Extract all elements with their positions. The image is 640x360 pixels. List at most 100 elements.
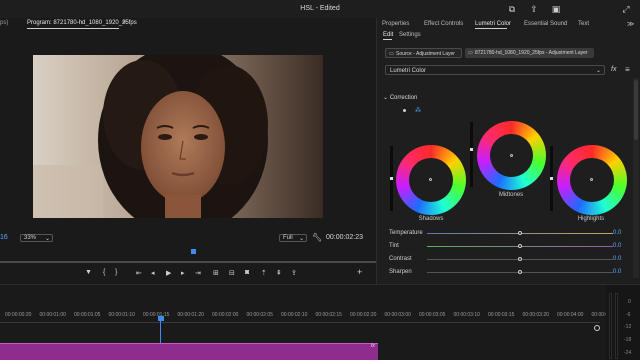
zoom-handle[interactable] xyxy=(594,325,600,331)
meter-bar-right xyxy=(615,293,618,359)
panel-menu-icon[interactable]: ≡ xyxy=(122,19,126,26)
insert-icon[interactable]: ⊞ xyxy=(213,269,219,277)
active-subtab-underline xyxy=(383,39,392,40)
timeline-panel: 00:00:00:20 00:00:01:00 00:00:01:05 00:00:0… xyxy=(0,284,640,360)
target-clip-button[interactable]: ▭ 8721780-hd_1080_1920_25fps - Adjustmen… xyxy=(465,48,594,58)
subtab-edit[interactable]: Edit xyxy=(383,32,393,38)
tab-properties[interactable]: Properties xyxy=(382,21,409,27)
ruler-tick-label: 00:00:04:00 xyxy=(557,312,584,318)
contrast-label: Contrast xyxy=(389,256,412,262)
ruler-tick-label: 00:00:01:10 xyxy=(108,312,135,318)
highlights-wheel-puck[interactable] xyxy=(590,178,593,181)
tint-value[interactable]: 0.0 xyxy=(613,243,621,249)
share-icon[interactable]: ⇪ xyxy=(528,3,540,15)
out-point-icon[interactable]: } xyxy=(115,269,117,276)
overwrite-icon[interactable]: ⊟ xyxy=(229,269,235,277)
ruler-tick-label: 00:00:03:15 xyxy=(488,312,515,318)
source-clip-button[interactable]: ▭ Source - Adjustment Layer xyxy=(385,48,462,58)
ruler-tick-label: 00:00:00:20 xyxy=(5,312,32,318)
export-frame-icon[interactable]: ◙ xyxy=(245,269,249,276)
meter-label: 0 xyxy=(628,299,631,305)
panel-menu-icon[interactable]: ≫ xyxy=(627,20,634,28)
tab-essential-sound[interactable]: Essential Sound xyxy=(524,21,567,27)
chevron-down-icon: ⌄ xyxy=(44,236,50,242)
chevron-down-icon: ⌄ xyxy=(595,68,601,74)
active-tab-underline xyxy=(475,28,507,29)
shadows-label: Shadows xyxy=(418,216,444,222)
tab-effect-controls[interactable]: Effect Controls xyxy=(424,21,463,27)
zoom-value: 33% xyxy=(24,235,37,241)
tint-slider-knob[interactable] xyxy=(518,244,522,248)
source-tab-fragment[interactable]: ps) xyxy=(0,20,8,26)
midtones-label: Midtones xyxy=(498,192,524,198)
target-label: 8721780-hd_1080_1920_25fps - Adjustment … xyxy=(475,50,588,56)
midtones-slider[interactable] xyxy=(470,122,473,187)
chevron-down-icon: ⌄ xyxy=(298,236,304,242)
meter-label: -24 xyxy=(624,350,632,356)
play-icon[interactable]: ▶ xyxy=(166,269,171,277)
step-back-icon[interactable]: ◂ xyxy=(151,269,155,277)
go-to-out-icon[interactable]: ⇥ xyxy=(195,269,201,277)
lift-icon[interactable]: ⇡ xyxy=(261,269,267,277)
active-tab-underline xyxy=(27,28,119,29)
tint-label: Tint xyxy=(389,243,399,249)
temperature-value[interactable]: 0.0 xyxy=(613,230,621,236)
step-forward-icon[interactable]: ▸ xyxy=(181,269,185,277)
zoom-level-select[interactable]: 33% ⌄ xyxy=(20,234,53,242)
single-wheel-mode-icon[interactable] xyxy=(403,109,406,112)
section-title: Correction xyxy=(389,95,418,101)
lumetri-panel: Properties Effect Controls Lumetri Color… xyxy=(376,18,640,284)
timeline-playhead-handle[interactable] xyxy=(158,316,164,321)
midtones-wheel-puck[interactable] xyxy=(510,154,513,157)
ruler-tick-label: 00:00:03:05 xyxy=(419,312,446,318)
scrub-bar[interactable] xyxy=(0,261,376,263)
sharpen-label: Sharpen xyxy=(389,269,412,275)
program-monitor: ps) Program: 8721780-hd_1080_1920_25fps … xyxy=(0,18,376,284)
adjust-icon[interactable]: ⧉ xyxy=(506,3,518,15)
subtab-settings[interactable]: Settings xyxy=(399,32,421,38)
three-wheel-mode-icon[interactable]: ⁂ xyxy=(415,107,421,114)
scrollbar-thumb[interactable] xyxy=(634,80,638,140)
tab-text[interactable]: Text xyxy=(578,21,589,27)
program-tab[interactable]: Program: 8721780-hd_1080_1920_25fps xyxy=(27,20,137,26)
extract-icon[interactable]: ⇞ xyxy=(276,269,282,277)
quick-export-icon[interactable]: ▣ xyxy=(550,3,562,15)
playhead-marker[interactable] xyxy=(191,249,196,254)
wrench-icon[interactable]: 🔧︎ xyxy=(312,233,322,242)
export-icon[interactable]: ⇪ xyxy=(291,269,297,277)
contrast-value[interactable]: 0.0 xyxy=(613,256,621,262)
marker-icon[interactable]: ▼ xyxy=(85,269,92,276)
ruler-tick-label: 00:00:02:05 xyxy=(246,312,273,318)
fullscreen-icon[interactable]: ⤢ xyxy=(620,3,632,15)
video-preview[interactable] xyxy=(33,55,323,218)
chevron-down-icon: ⌄ xyxy=(383,95,390,101)
effect-select-value: Lumetri Color xyxy=(390,68,427,74)
menu-icon[interactable]: ≡ xyxy=(625,65,630,74)
adjustment-layer-clip[interactable] xyxy=(0,343,378,360)
quality-value: Full xyxy=(283,235,293,241)
meter-bar-left xyxy=(609,293,612,359)
add-button-icon[interactable]: + xyxy=(357,267,362,277)
correction-section-header[interactable]: ⌄ Correction xyxy=(383,94,417,101)
effect-select[interactable]: Lumetri Color ⌄ xyxy=(385,65,605,75)
fx-icon[interactable]: fx xyxy=(611,66,616,73)
ruler-tick-label: 00:00:01:15 xyxy=(143,312,170,318)
sharpen-slider-knob[interactable] xyxy=(518,270,522,274)
window-title: HSL - Edited xyxy=(300,5,340,12)
video-frame-image xyxy=(33,55,323,218)
in-point-icon[interactable]: { xyxy=(103,269,105,276)
shadows-wheel-puck[interactable] xyxy=(429,178,432,181)
clip-fx-badge[interactable]: fx xyxy=(371,343,375,349)
sharpen-value[interactable]: 0.0 xyxy=(613,269,621,275)
tab-lumetri-color[interactable]: Lumetri Color xyxy=(475,21,511,27)
ruler-tick-label: 00:00:03:00 xyxy=(384,312,411,318)
midtones-slider-knob[interactable] xyxy=(470,148,473,151)
shadows-slider-knob[interactable] xyxy=(390,177,393,180)
go-to-in-icon[interactable]: ⇤ xyxy=(136,269,142,277)
meter-label: -18 xyxy=(624,337,632,343)
contrast-slider-knob[interactable] xyxy=(518,257,522,261)
highlights-slider-knob[interactable] xyxy=(550,177,553,180)
playback-resolution-select[interactable]: Full ⌄ xyxy=(279,234,307,242)
ruler-tick-label: 00:00:02:00 xyxy=(212,312,239,318)
temperature-slider-knob[interactable] xyxy=(518,231,522,235)
